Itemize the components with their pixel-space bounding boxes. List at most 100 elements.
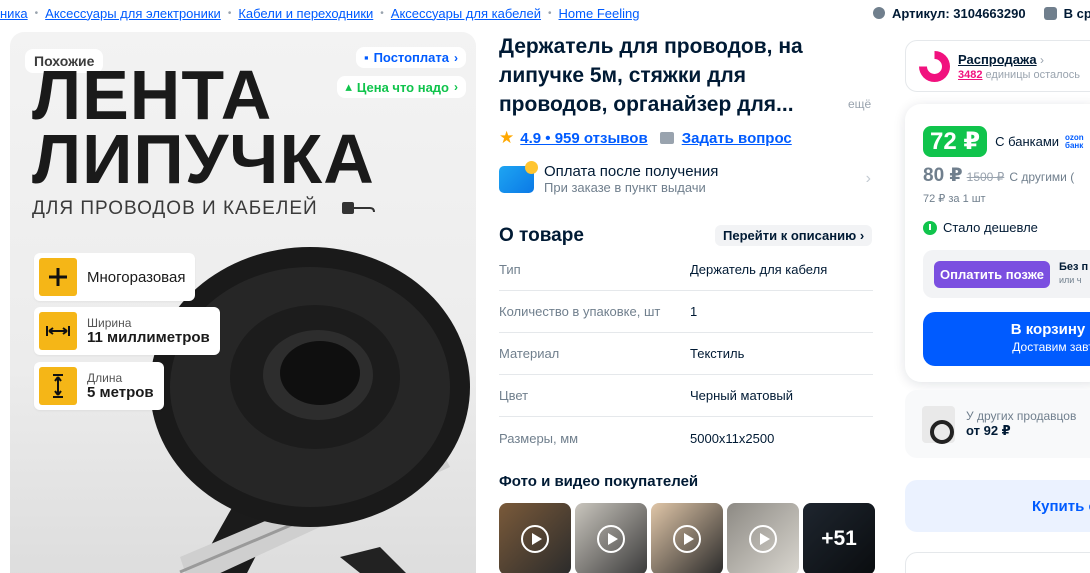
play-icon <box>597 525 625 553</box>
spec-key: Материал <box>499 346 560 361</box>
spec-row: Количество в упаковке, шт 1 <box>499 291 873 333</box>
article-extra[interactable]: В ср <box>1064 6 1090 21</box>
play-icon <box>749 525 777 553</box>
banner-title-line: ЛИПУЧКА <box>32 120 375 198</box>
other-sellers-price: от 92 ₽ <box>966 423 1011 438</box>
rating-row: ★ 4.9 • 959 отзывов Задать вопрос <box>499 128 792 148</box>
banner-title-line: ЛЕНТА <box>32 56 273 134</box>
product-title: Держатель для проводов, на липучке 5м, с… <box>499 35 803 116</box>
chevron-right-icon: › <box>454 80 458 94</box>
breadcrumb-link[interactable]: Кабели и переходники <box>238 6 373 21</box>
other-price: 80 ₽ <box>923 165 963 186</box>
other-sellers-title: У других продавцов <box>966 409 1077 423</box>
card-icon <box>499 160 538 193</box>
spec-value: 1 <box>690 304 698 319</box>
customer-photos: +51 <box>499 503 875 573</box>
buy-now-button[interactable]: Купить с <box>905 480 1090 532</box>
spec-key: Количество в упаковке, шт <box>499 304 661 319</box>
feature-label: Длина <box>87 370 123 385</box>
customer-video-thumb[interactable] <box>499 503 571 573</box>
feature-value: 11 миллиметров <box>87 328 210 346</box>
sale-logo-icon <box>919 50 950 82</box>
customer-video-thumb[interactable] <box>727 503 799 573</box>
breadcrumb-link[interactable]: Аксессуары для кабелей <box>391 6 541 21</box>
spec-row: Размеры, мм 5000x11x2500 <box>499 417 873 459</box>
breadcrumb-link[interactable]: Аксессуары для электроники <box>45 6 221 21</box>
feature-label: Ширина <box>87 315 132 330</box>
pay-later-block: Оплатить позже Без п или ч <box>923 250 1090 298</box>
length-arrows-icon <box>39 367 77 405</box>
title-more-link[interactable]: ещё <box>848 97 871 111</box>
price-per-unit: 72 ₽ за 1 шт <box>923 193 986 205</box>
about-title: О товаре <box>499 225 584 246</box>
bank-price: 72 ₽ <box>923 126 988 157</box>
ozon-bank-logo: ozon банк <box>1065 132 1084 150</box>
ask-question-link[interactable]: Задать вопрос <box>682 130 792 147</box>
chevron-right-icon: › <box>865 170 871 187</box>
pay-later-note: Без п <box>1059 261 1089 273</box>
feature-value: 5 метров <box>87 383 154 401</box>
spec-value: Черный матовый <box>690 388 793 403</box>
customer-video-thumb[interactable] <box>651 503 723 573</box>
width-arrows-icon <box>39 312 77 350</box>
other-sellers[interactable]: У других продавцов от 92 ₽ <box>905 390 1090 458</box>
bank-price-row: 72 ₽ С банками ozon банк <box>923 126 1085 157</box>
rating-reviews-link[interactable]: 4.9 • 959 отзывов <box>520 130 647 147</box>
pay-after-subtitle: При заказе в пункт выдачи <box>544 180 706 195</box>
banner-title: ЛЕНТА ЛИПУЧКА <box>32 56 375 198</box>
chevron-right-icon: › <box>859 228 865 243</box>
star-icon: ★ <box>499 128 515 147</box>
other-banks-label: С другими ( <box>1009 170 1075 184</box>
spec-row: Материал Текстиль <box>499 333 873 375</box>
postpay-label: Постоплата <box>373 50 449 65</box>
feature-width: Ширина 11 миллиметров <box>34 307 220 355</box>
sale-remaining: 3482 единицы осталось <box>958 69 1080 81</box>
spec-value: Текстиль <box>690 346 745 361</box>
go-to-description-label: Перейти к описанию <box>723 228 857 243</box>
pay-after-title: Оплата после получения <box>544 163 719 180</box>
compare-icon <box>1043 6 1057 20</box>
pay-later-note-sub: или ч <box>1059 275 1082 285</box>
chevron-right-icon: › <box>1036 53 1044 67</box>
spec-key: Размеры, мм <box>499 430 579 446</box>
spec-key: Цвет <box>499 388 529 403</box>
breadcrumb-separator: • <box>227 7 232 19</box>
coin-icon <box>525 160 538 174</box>
other-price-row: 80 ₽ 1500 ₽ С другими ( <box>923 164 1074 187</box>
product-gallery[interactable]: Похожие ▪ Постоплата › ▴ Цена что надо ›… <box>10 32 476 573</box>
sale-rest: единицы осталось <box>982 69 1081 81</box>
plug-icon <box>342 202 375 214</box>
more-photos-button[interactable]: +51 <box>803 503 875 573</box>
breadcrumb-separator: • <box>34 7 39 19</box>
banner-subtitle: ДЛЯ ПРОВОДОВ И КАБЕЛЕЙ <box>32 198 318 219</box>
spec-row: Тип Держатель для кабеля <box>499 249 873 291</box>
delivery-label: Доставим завт <box>1012 340 1090 354</box>
article-info: Артикул: 3104663290 В ср <box>873 3 1090 23</box>
spec-value: 5000x11x2500 <box>690 430 775 446</box>
breadcrumb-separator: • <box>548 7 552 19</box>
plus-icon <box>39 258 77 296</box>
pay-after-banner[interactable]: Оплата после получения При заказе в пунк… <box>499 160 873 198</box>
article-icon <box>873 7 885 19</box>
add-to-cart-label: В корзину <box>1010 321 1086 338</box>
go-to-description-button[interactable]: Перейти к описанию › <box>715 225 873 246</box>
feature-reusable: Многоразовая <box>34 253 196 301</box>
spec-row: Цвет Черный матовый <box>499 375 873 417</box>
pay-later-button[interactable]: Оплатить позже <box>934 261 1050 288</box>
sale-badge[interactable]: Распродажа › 3482 единицы осталось <box>905 40 1090 92</box>
other-seller-thumbnail <box>922 405 955 444</box>
customer-video-thumb[interactable] <box>575 503 647 573</box>
specs-table: Тип Держатель для кабеля Количество в уп… <box>499 249 873 459</box>
sale-count: 3482 <box>958 69 983 81</box>
breadcrumb: ника • Аксессуары для электроники • Кабе… <box>0 3 639 23</box>
spec-value: Держатель для кабеля <box>690 262 828 277</box>
extra-card <box>905 552 1090 573</box>
article-number[interactable]: Артикул: 3104663290 <box>892 6 1026 21</box>
add-to-cart-button[interactable]: В корзину Доставим завт <box>923 312 1090 366</box>
question-icon <box>659 132 674 144</box>
price-dropped-badge: Стало дешевле <box>923 220 1038 235</box>
spec-key: Тип <box>499 262 521 277</box>
breadcrumb-link[interactable]: Home Feeling <box>559 6 640 21</box>
sale-title[interactable]: Распродажа <box>958 52 1037 67</box>
breadcrumb-link[interactable]: ника <box>0 6 28 21</box>
